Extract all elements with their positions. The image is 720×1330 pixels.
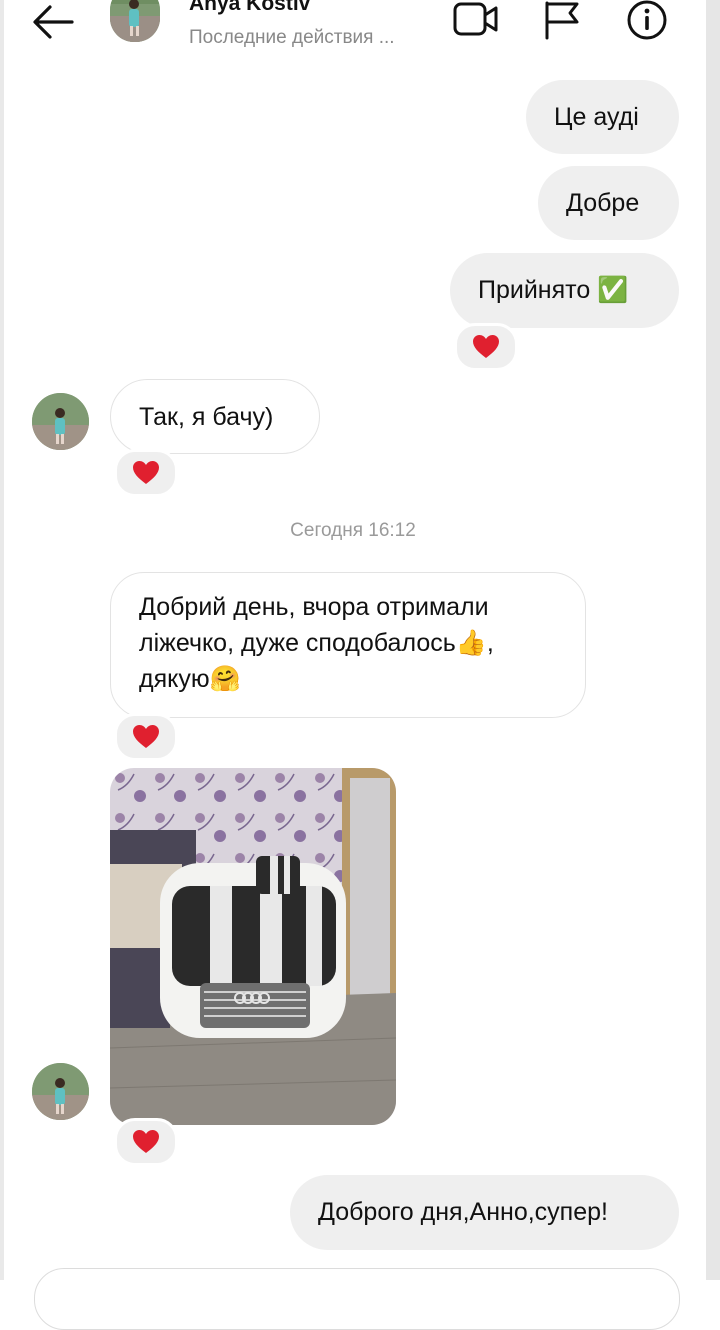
report-button[interactable] bbox=[540, 0, 586, 40]
date-separator: Сегодня 16:12 bbox=[290, 520, 416, 541]
message-reaction[interactable] bbox=[114, 1118, 178, 1166]
message-outgoing[interactable]: Прийнято ✅ bbox=[450, 253, 679, 328]
avatar-photo bbox=[32, 1063, 89, 1120]
avatar-photo bbox=[110, 0, 160, 42]
screen-edge-left bbox=[0, 0, 4, 1280]
heart-icon bbox=[133, 725, 159, 748]
message-text: Добре bbox=[566, 189, 640, 217]
screen-edge-right bbox=[706, 0, 720, 1280]
heart-icon bbox=[473, 335, 499, 358]
message-reaction[interactable] bbox=[454, 323, 518, 371]
back-arrow-icon bbox=[33, 5, 74, 39]
message-text: Так, я бачу) bbox=[139, 403, 274, 431]
message-text: Доброго дня,Анно,супер! bbox=[318, 1198, 608, 1226]
info-icon bbox=[627, 0, 667, 40]
message-composer[interactable] bbox=[34, 1268, 680, 1330]
back-button[interactable] bbox=[28, 2, 78, 42]
message-text: Це ауді bbox=[554, 103, 639, 131]
contact-status: Последние действия ... bbox=[189, 27, 395, 48]
info-button[interactable] bbox=[624, 0, 670, 40]
message-outgoing[interactable]: Добре bbox=[538, 166, 679, 240]
message-outgoing[interactable]: Доброго дня,Анно,супер! bbox=[290, 1175, 679, 1250]
message-incoming[interactable]: Добрий день, вчора отримали ліжечко, дуж… bbox=[110, 572, 586, 718]
contact-avatar[interactable] bbox=[110, 0, 160, 42]
sender-avatar[interactable] bbox=[32, 1063, 89, 1120]
message-reaction[interactable] bbox=[114, 713, 178, 761]
flag-icon bbox=[545, 1, 579, 40]
message-text: Прийнято ✅ bbox=[478, 276, 629, 304]
avatar-photo bbox=[32, 393, 89, 450]
contact-name[interactable]: Anya Kostiv bbox=[189, 0, 310, 16]
sender-avatar[interactable] bbox=[32, 393, 89, 450]
heart-icon bbox=[133, 461, 159, 484]
message-text-line: ліжечко, дуже сподобалось👍, bbox=[139, 629, 494, 657]
message-photo[interactable] bbox=[110, 768, 396, 1125]
message-reaction[interactable] bbox=[114, 449, 178, 497]
message-text-line: дякую🤗 bbox=[139, 665, 241, 693]
video-call-button[interactable] bbox=[452, 0, 498, 40]
video-camera-icon bbox=[453, 2, 498, 36]
bed-photo bbox=[110, 768, 396, 1125]
message-outgoing[interactable]: Це ауді bbox=[526, 80, 679, 154]
message-incoming[interactable]: Так, я бачу) bbox=[110, 379, 320, 454]
chat-header: Anya Kostiv Последние действия ... bbox=[0, 0, 706, 60]
heart-icon bbox=[133, 1130, 159, 1153]
message-text-line: Добрий день, вчора отримали bbox=[139, 593, 489, 621]
